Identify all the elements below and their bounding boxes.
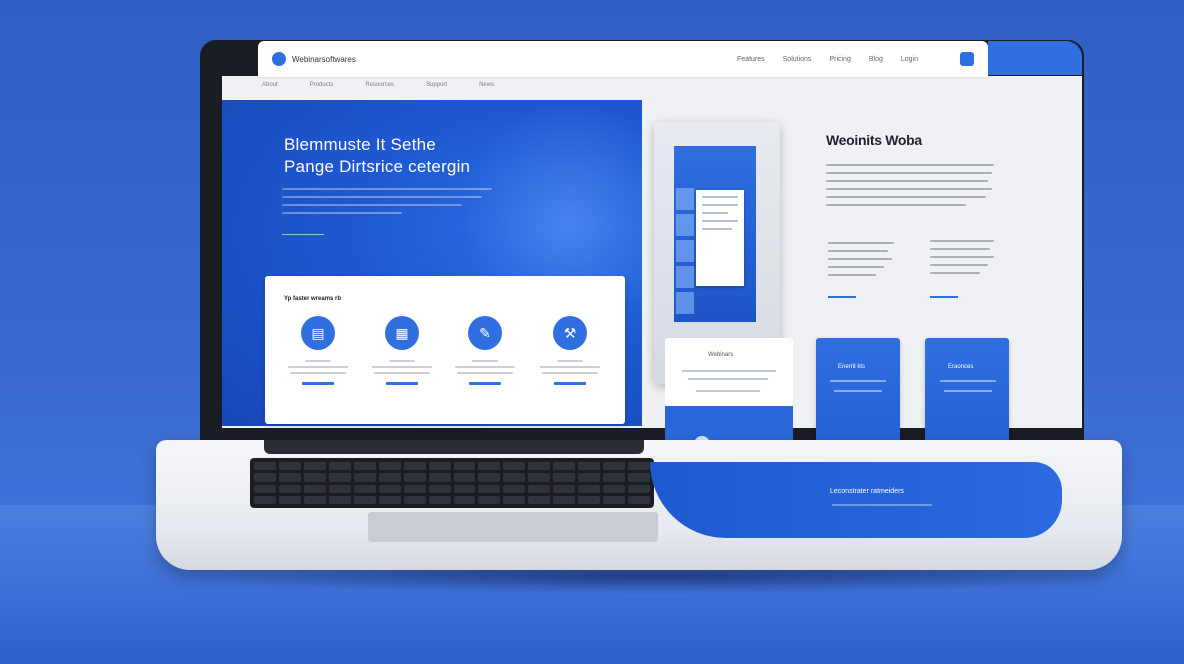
hero-text-line [282, 188, 492, 190]
subnav-item[interactable]: Resources [365, 82, 394, 94]
tools-icon: ⚒ [553, 316, 587, 350]
feature-button[interactable] [554, 382, 586, 385]
phone-tile [676, 214, 694, 236]
feature-button[interactable] [302, 382, 334, 385]
laptop-hinge [264, 440, 644, 454]
hero-cta-link[interactable] [282, 228, 324, 235]
hero-title-line1: Blemmuste It Sethe [284, 135, 436, 154]
hero-text-line [282, 204, 462, 206]
hero-text-line [282, 212, 402, 214]
webinar-card[interactable] [665, 338, 793, 406]
menu-button[interactable] [960, 52, 974, 66]
feature-button[interactable] [469, 382, 501, 385]
nav-links: Features Solutions Pricing Blog Login [737, 52, 974, 66]
feature-item[interactable]: ⚒ [535, 316, 605, 406]
hero-title: Blemmuste It Sethe Pange Dirtsrice ceter… [284, 134, 584, 178]
features-title: Yp faster wreams rb [284, 296, 342, 302]
subnav-item[interactable]: Products [310, 82, 334, 94]
subnav-item[interactable]: About [262, 82, 278, 94]
blue-card-title: Eraonces [948, 364, 974, 370]
nav-link-pricing[interactable]: Pricing [829, 56, 850, 63]
feature-item[interactable]: ✎ [450, 316, 520, 406]
nav-link-features[interactable]: Features [737, 56, 765, 63]
info-title: Weoinits Woba [826, 132, 922, 148]
hero-text-line [282, 196, 482, 198]
webinar-card-title: Webinars [708, 352, 734, 358]
sub-navigation: About Products Resources Support News [262, 82, 562, 94]
document-icon: ▦ [385, 316, 419, 350]
nav-link-blog[interactable]: Blog [869, 56, 883, 63]
feature-button[interactable] [386, 382, 418, 385]
hero-decoration [460, 100, 642, 300]
subnav-item[interactable]: News [479, 82, 494, 94]
phone-tile [676, 266, 694, 288]
hero-title-line2: Pange Dirtsrice cetergin [284, 157, 471, 176]
logo-text[interactable]: Webinarsoftwares [292, 55, 356, 64]
feature-item[interactable]: ▦ [367, 316, 437, 406]
nav-accent-strip [988, 41, 1082, 75]
phone-tile [676, 188, 694, 210]
cta-panel[interactable] [650, 462, 1062, 538]
info-link[interactable] [930, 296, 958, 298]
subnav-item[interactable]: Support [426, 82, 447, 94]
pen-icon: ✎ [468, 316, 502, 350]
nav-link-solutions[interactable]: Solutions [783, 56, 812, 63]
phone-tile [676, 240, 694, 262]
book-icon: ▤ [301, 316, 335, 350]
cta-text: Leconstrater ratmeiders [830, 488, 904, 495]
logo-icon[interactable] [272, 52, 286, 66]
phone-document [696, 190, 744, 286]
top-navigation: Webinarsoftwares Features Solutions Pric… [258, 41, 988, 77]
feature-item[interactable]: ▤ [283, 316, 353, 406]
info-link[interactable] [828, 296, 856, 298]
nav-link-login[interactable]: Login [901, 56, 918, 63]
trackpad [368, 512, 658, 542]
keyboard [250, 458, 654, 508]
blue-card-title: Enerrit kts [838, 364, 866, 370]
phone-tile [676, 292, 694, 314]
